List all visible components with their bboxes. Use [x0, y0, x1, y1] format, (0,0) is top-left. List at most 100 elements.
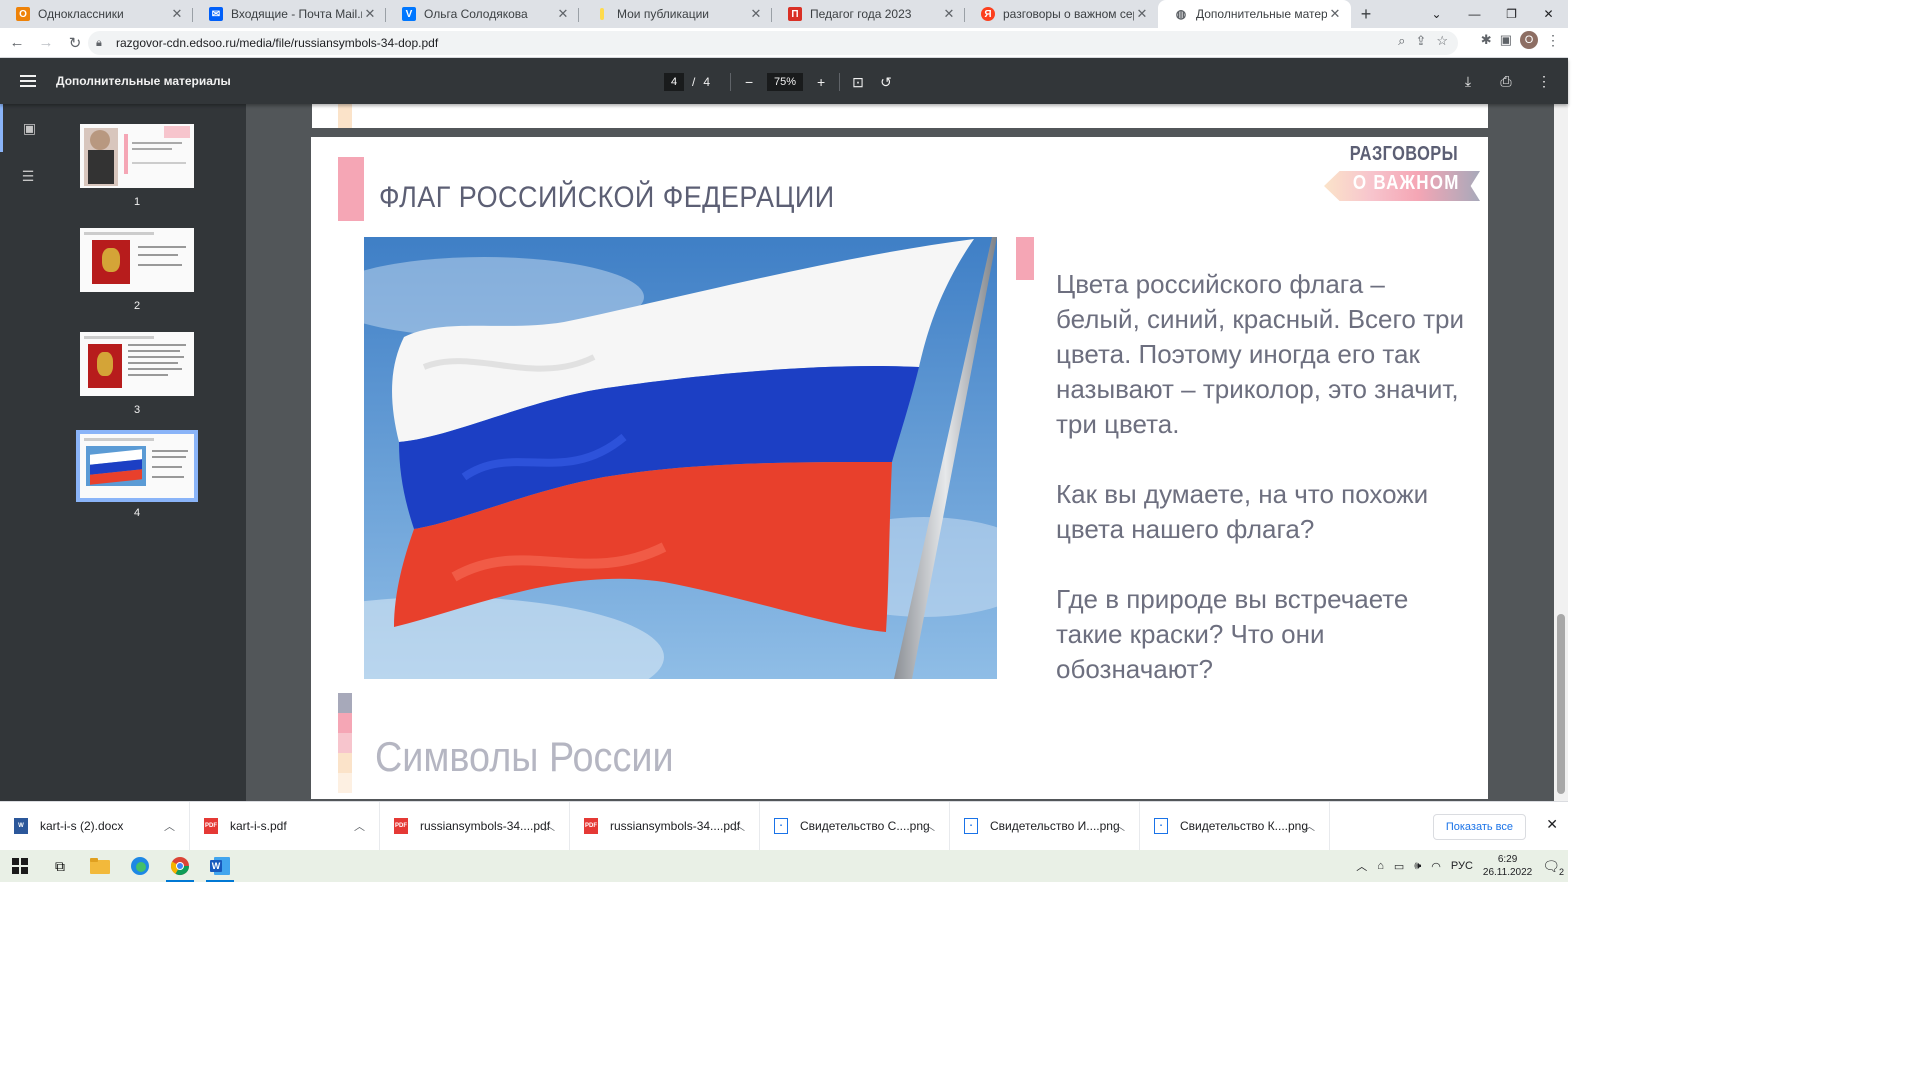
download-filename: russiansymbols-34....pdf: [420, 819, 551, 833]
tab-yandex[interactable]: Я разговоры о важном сервис д ✕: [965, 0, 1158, 28]
new-tab-button[interactable]: +: [1351, 0, 1381, 28]
chevron-up-icon[interactable]: ︿: [924, 818, 935, 834]
tab-search-icon[interactable]: ⌄: [1418, 0, 1455, 28]
tab-vk[interactable]: V Ольга Солодякова ✕: [386, 0, 579, 28]
chevron-up-icon[interactable]: ︿: [1356, 858, 1367, 874]
rotate-icon[interactable]: ↺: [876, 72, 896, 92]
thumbnail-page-2[interactable]: [80, 228, 194, 292]
notifications-icon[interactable]: 🗨︎ 2: [1542, 858, 1564, 877]
menu-icon[interactable]: [20, 75, 36, 87]
system-tray: ︿ ⌂ ▭ 🕪︎ ◠ РУС 6:29 26.11.2022 🗨︎ 2: [1356, 850, 1568, 882]
close-icon[interactable]: ✕: [555, 6, 571, 22]
download-item[interactable]: ▪ Свидетельство И....png ︿: [950, 801, 1140, 851]
download-icon[interactable]: ⤓: [1458, 71, 1478, 91]
close-icon[interactable]: ✕: [1134, 6, 1150, 22]
back-icon[interactable]: ←: [5, 31, 29, 55]
close-icon[interactable]: ✕: [362, 6, 378, 22]
browser-toolbar: ← → ↻ 🔒︎ razgovor-cdn.edsoo.ru/media/fil…: [0, 28, 1568, 58]
forward-icon[interactable]: →: [34, 31, 58, 55]
print-icon[interactable]: ⎙: [1496, 71, 1516, 91]
tab-strip: О Одноклассники ✕ ✉ Входящие - Почта Mai…: [0, 0, 1568, 28]
more-options-icon[interactable]: ⋮: [1534, 71, 1554, 91]
download-item[interactable]: PDF russiansymbols-34....pdf ︿: [570, 801, 760, 851]
pdf-title: Дополнительные материалы: [56, 74, 231, 88]
clock[interactable]: 6:29 26.11.2022: [1483, 853, 1532, 879]
avatar[interactable]: O: [1520, 31, 1538, 49]
side-panel-icon[interactable]: ▣: [1500, 32, 1512, 48]
footer-color-bars: [338, 693, 352, 793]
close-icon[interactable]: ✕: [169, 6, 185, 22]
close-icon[interactable]: ✕: [1327, 6, 1343, 22]
wifi-icon[interactable]: ◠: [1431, 860, 1441, 873]
zoom-out-button[interactable]: −: [739, 72, 759, 92]
vertical-scrollbar[interactable]: [1554, 104, 1568, 801]
browser-menu-icon[interactable]: ⋮: [1546, 32, 1560, 49]
windows-start-icon[interactable]: [0, 850, 40, 882]
download-filename: Свидетельство К....png: [1180, 819, 1309, 833]
network-icon[interactable]: ⌂: [1377, 860, 1384, 872]
window-close-button[interactable]: ✕: [1530, 0, 1567, 28]
outline-view-icon[interactable]: ☰: [0, 152, 56, 200]
pdf-page-4: ФЛАГ РОССИЙСКОЙ ФЕДЕРАЦИИ РАЗГОВОРЫ О ВА…: [311, 137, 1488, 799]
thumbnail-label: 1: [133, 196, 141, 208]
paragraph-question-2: Где в природе вы встречаете такие краски…: [1056, 584, 1409, 684]
edge-icon[interactable]: [120, 850, 160, 882]
page-separator: /: [692, 75, 696, 89]
tab-mail[interactable]: ✉ Входящие - Почта Mail.ru ✕: [193, 0, 386, 28]
url-text[interactable]: razgovor-cdn.edsoo.ru/media/file/russian…: [116, 36, 438, 50]
reload-icon[interactable]: ↻: [63, 31, 87, 55]
previous-page-edge: [312, 104, 1488, 128]
lock-icon[interactable]: 🔒︎: [96, 37, 116, 50]
show-all-button[interactable]: Показать все: [1432, 814, 1526, 840]
download-item[interactable]: PDF russiansymbols-34....pdf ︿: [380, 801, 570, 851]
close-icon[interactable]: ✕: [941, 6, 957, 22]
windows-taskbar: ⧉ W ︿ ⌂ ▭ 🕪︎ ◠ РУС 6:29 26.11.2022 🗨︎ 2: [0, 850, 1568, 882]
downloads-bar: W kart-i-s (2).docx ︿ PDF kart-i-s.pdf ︿…: [0, 801, 1568, 851]
close-icon[interactable]: ✕: [1546, 816, 1558, 833]
volume-icon[interactable]: 🕪︎: [1414, 860, 1421, 873]
bookmark-star-icon[interactable]: ☆: [1436, 33, 1448, 49]
zoom-icon[interactable]: ⌕: [1398, 33, 1405, 49]
thumbnail-page-3[interactable]: [80, 332, 194, 396]
chrome-icon[interactable]: [160, 850, 200, 882]
pdf-viewer[interactable]: ФЛАГ РОССИЙСКОЙ ФЕДЕРАЦИИ РАЗГОВОРЫ О ВА…: [246, 104, 1554, 801]
word-icon[interactable]: W: [200, 850, 240, 882]
chevron-up-icon[interactable]: ︿: [1114, 818, 1125, 834]
tab-pedagog[interactable]: П Педагог года 2023 ✕: [772, 0, 965, 28]
tab-zen[interactable]: Мои публикации ✕: [579, 0, 772, 28]
fit-page-icon[interactable]: ⊡: [848, 72, 868, 92]
restore-button[interactable]: ❐: [1493, 0, 1530, 28]
task-view-icon[interactable]: ⧉: [40, 850, 80, 882]
zoom-input[interactable]: 75%: [767, 73, 804, 91]
download-item[interactable]: PDF kart-i-s.pdf ︿: [190, 801, 380, 851]
slide-title: ФЛАГ РОССИЙСКОЙ ФЕДЕРАЦИИ: [379, 181, 835, 214]
thumbnails-view-icon[interactable]: ▣: [0, 104, 56, 152]
clock-date: 26.11.2022: [1482, 867, 1533, 878]
chevron-up-icon[interactable]: ︿: [1304, 818, 1315, 834]
minimize-button[interactable]: —: [1456, 0, 1493, 28]
chevron-up-icon[interactable]: ︿: [544, 818, 555, 834]
download-item[interactable]: W kart-i-s (2).docx ︿: [0, 801, 190, 851]
thumbnail-page-1[interactable]: [80, 124, 194, 188]
notification-count: 2: [1558, 866, 1564, 877]
clock-time: 6:29: [1497, 854, 1518, 865]
page-number-input[interactable]: 4: [664, 73, 684, 91]
download-filename: Свидетельство И....png: [990, 819, 1120, 833]
thumbnail-page-4[interactable]: [76, 430, 198, 502]
close-icon[interactable]: ✕: [748, 6, 764, 22]
address-bar[interactable]: 🔒︎ razgovor-cdn.edsoo.ru/media/file/russ…: [88, 31, 1458, 55]
chevron-up-icon[interactable]: ︿: [734, 818, 745, 834]
language-indicator[interactable]: РУС: [1451, 860, 1473, 872]
download-item[interactable]: ▪ Свидетельство С....png ︿: [760, 801, 950, 851]
battery-icon[interactable]: ▭: [1394, 860, 1404, 873]
extensions-icon[interactable]: ✱: [1481, 32, 1492, 48]
zoom-in-button[interactable]: +: [811, 72, 831, 92]
file-explorer-icon[interactable]: [80, 850, 120, 882]
chevron-up-icon[interactable]: ︿: [164, 818, 175, 834]
tab-odnoklassniki[interactable]: О Одноклассники ✕: [0, 0, 193, 28]
tab-active-pdf[interactable]: ◍ Дополнительные материалы ✕: [1158, 0, 1351, 28]
share-icon[interactable]: ⇪: [1415, 33, 1426, 49]
chevron-up-icon[interactable]: ︿: [354, 818, 365, 834]
thumbnail-label: 3: [133, 404, 141, 416]
download-item[interactable]: ▪ Свидетельство К....png ︿: [1140, 801, 1330, 851]
